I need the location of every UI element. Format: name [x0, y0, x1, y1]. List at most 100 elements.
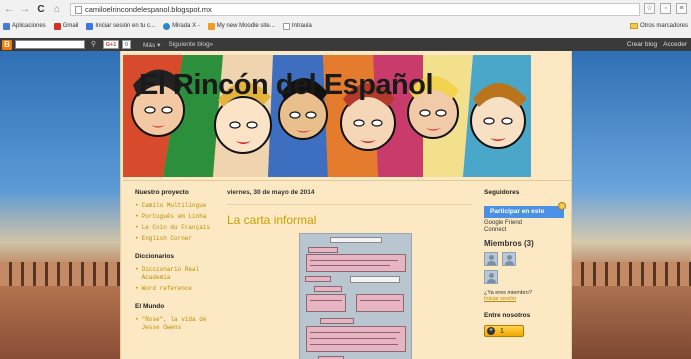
doc-line — [310, 260, 398, 261]
widget-title: Nuestro proyecto — [135, 189, 189, 196]
avatar[interactable] — [484, 270, 498, 284]
date-divider — [227, 204, 472, 205]
reload-button[interactable]: C — [34, 3, 48, 17]
doc-content-box — [306, 254, 406, 272]
gfc-icon — [558, 202, 566, 210]
world-links: • "Rose", la vida de Jesse Owens — [135, 316, 215, 332]
bookmark-moodle[interactable]: My new Moodle site... — [207, 22, 275, 30]
bookmark-label: Gmail — [62, 23, 79, 29]
widget-title: Diccionarios — [135, 253, 175, 260]
browser-actions: ☆ ◦ ≡ — [644, 3, 687, 14]
apps-icon — [3, 22, 10, 30]
link-text[interactable]: English Corner — [142, 235, 192, 243]
doc-note-box — [350, 276, 400, 283]
bullet: • — [135, 266, 139, 273]
bookmark-intraula[interactable]: Intraula — [282, 22, 312, 30]
list-item[interactable]: • Word reference — [135, 285, 215, 293]
blog-header-image[interactable]: El Rincón del Español — [123, 55, 531, 177]
link-text[interactable]: Word reference — [142, 285, 192, 293]
blog-search-input[interactable]: ⚲ — [15, 40, 96, 49]
blogger-logo[interactable]: B — [2, 39, 12, 50]
project-links: • Camilo Multilingue • Português em Linha … — [135, 202, 215, 243]
widget-title: Entre nosotros — [484, 312, 531, 319]
header-divider — [123, 180, 571, 181]
link-text[interactable]: Le Coin du Français — [142, 224, 210, 232]
doc-line — [310, 265, 390, 266]
doc-label-box — [305, 276, 331, 282]
list-item[interactable]: • Le Coin du Français — [135, 224, 215, 232]
doc-line — [310, 300, 342, 301]
gfc-label: Google Friend Connect — [484, 220, 570, 234]
search-icon[interactable]: ⚲ — [91, 40, 96, 48]
google-icon — [53, 22, 61, 30]
back-button[interactable]: ← — [2, 3, 16, 17]
left-sidebar: Nuestro proyecto • Camilo Multilingue • Po… — [135, 189, 215, 342]
list-item[interactable]: • Camilo Multilingue — [135, 202, 215, 210]
address-bar[interactable]: camiloelrincondelespanol.blogspot.mx — [70, 3, 640, 16]
page-icon — [282, 22, 290, 30]
gfc-line: Google Friend — [484, 220, 523, 226]
doc-content-box — [306, 294, 346, 312]
link-text[interactable]: "Rose", la vida de Jesse Owens — [142, 316, 215, 332]
avatar[interactable] — [484, 252, 498, 266]
bookmark-label: My new Moodle site... — [216, 23, 275, 29]
background-right — [572, 51, 691, 359]
other-bookmarks-label: Otros marcadores — [639, 23, 688, 29]
gplus-button[interactable]: G+1 — [103, 40, 119, 49]
extension-icon[interactable]: ◦ — [660, 3, 671, 14]
bookmark-gmail[interactable]: Gmail — [53, 22, 79, 30]
bookmark-login[interactable]: Iniciar sesión en tu c... — [86, 22, 155, 30]
blog-title[interactable]: El Rincón del Español — [139, 69, 434, 102]
bookmark-apps[interactable]: Aplicaciones — [3, 22, 46, 30]
doc-line — [360, 300, 400, 301]
gplus-counter-button[interactable]: + 1 — [484, 325, 524, 337]
more-menu[interactable]: Más ▾ — [143, 41, 160, 49]
list-item[interactable]: • English Corner — [135, 235, 215, 243]
bookmark-mirada[interactable]: Mirada X - — [163, 22, 200, 30]
doc-line — [310, 338, 396, 339]
forward-button[interactable]: → — [18, 3, 32, 17]
widget-title: El Mundo — [135, 303, 165, 310]
bullet: • — [135, 213, 139, 220]
bullet: • — [135, 224, 139, 231]
post-date: viernes, 30 de mayo de 2014 — [227, 189, 315, 196]
members-count: Miembros (3) — [484, 239, 534, 248]
home-button[interactable]: ⌂ — [50, 3, 64, 17]
list-item[interactable]: • "Rose", la vida de Jesse Owens — [135, 316, 215, 332]
doc-line — [310, 344, 398, 345]
folder-icon — [629, 23, 638, 29]
other-bookmarks[interactable]: Otros marcadores — [629, 20, 688, 32]
list-item[interactable]: • Português em Linha — [135, 213, 215, 221]
widget-title: Seguidores — [484, 189, 520, 196]
link-text[interactable]: Camilo Multilingue — [142, 202, 207, 210]
menu-icon[interactable]: ≡ — [676, 3, 687, 14]
sign-in-link[interactable]: Acceder — [663, 41, 687, 48]
bullet: • — [135, 285, 139, 292]
star-icon[interactable]: ☆ — [644, 3, 655, 14]
right-sidebar: Seguidores Participar en este Google Fri… — [484, 189, 570, 337]
moodle-icon — [207, 22, 215, 30]
microsoft-icon — [86, 22, 94, 30]
next-blog-link[interactable]: Siguiente blog» — [168, 41, 213, 48]
doc-header-box — [330, 237, 382, 243]
create-blog-link[interactable]: Crear blog — [627, 41, 657, 48]
bullet: • — [135, 202, 139, 209]
page-icon — [75, 5, 82, 14]
doc-line — [310, 332, 400, 333]
background-left — [0, 51, 120, 359]
dictionary-links: • Diccionario Real Academia • Word referen… — [135, 266, 215, 293]
eye-icon — [163, 22, 171, 30]
sign-in-link[interactable]: Iniciar sesión — [484, 296, 570, 302]
post-title[interactable]: La carta informal — [227, 213, 472, 227]
bookmarks-bar: Aplicaciones Gmail Iniciar sesión en tu … — [0, 20, 691, 32]
gplus-count: 0 — [122, 40, 131, 49]
avatar[interactable] — [502, 252, 516, 266]
follow-button[interactable]: Participar en este — [484, 202, 566, 218]
list-item[interactable]: • Diccionario Real Academia — [135, 266, 215, 282]
link-text[interactable]: Diccionario Real Academia — [142, 266, 215, 282]
bookmark-label: Intraula — [291, 23, 312, 29]
doc-label-box — [314, 286, 342, 292]
follow-button-label: Participar en este — [490, 208, 545, 215]
post-image[interactable] — [299, 233, 412, 359]
link-text[interactable]: Português em Linha — [142, 213, 207, 221]
